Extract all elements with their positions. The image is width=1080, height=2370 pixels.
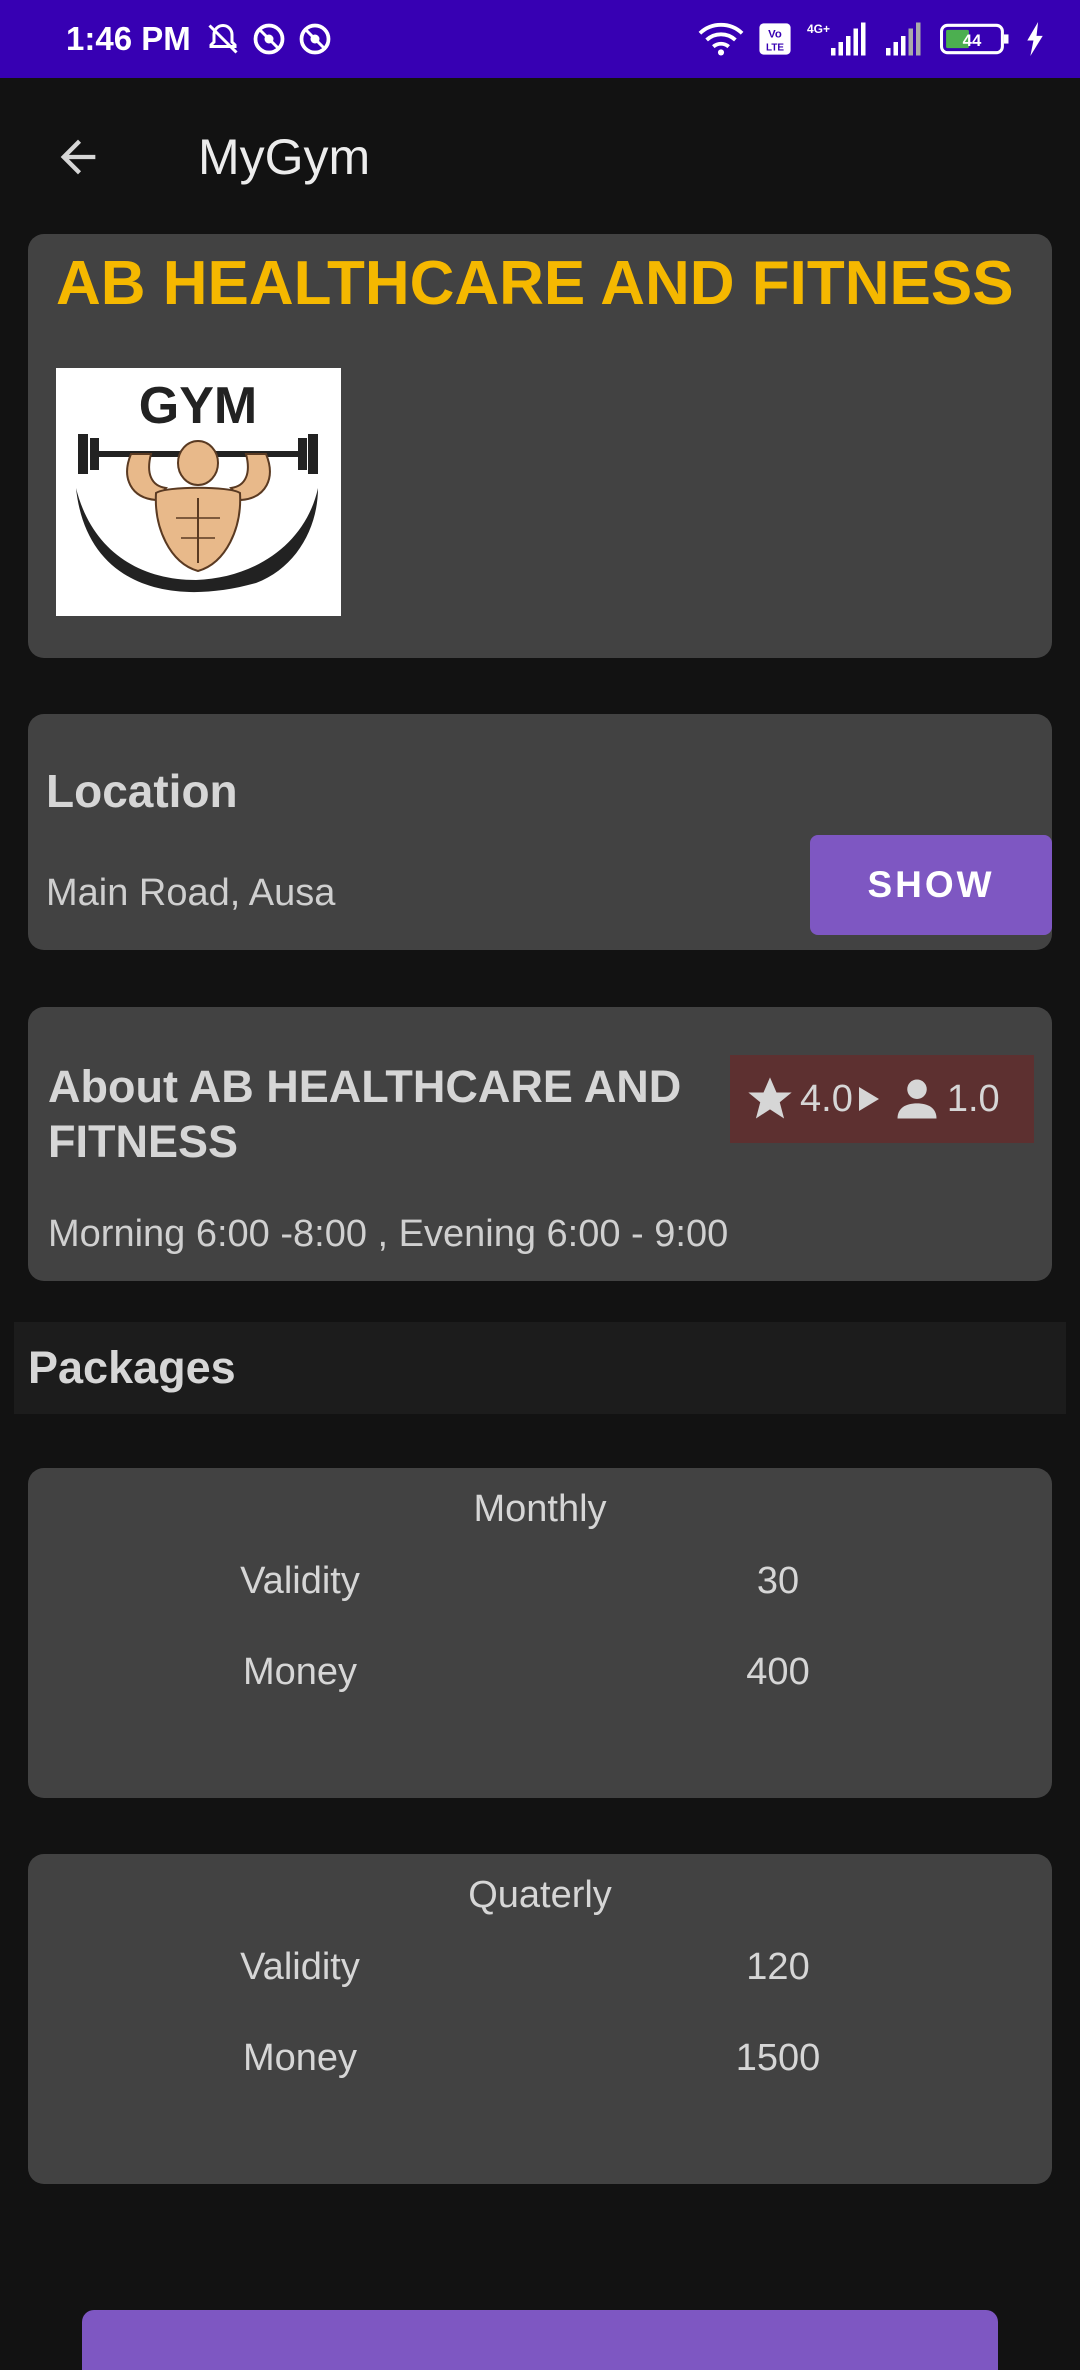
play-arrow-icon [858, 1087, 879, 1111]
rating-badge: 4.0 1.0 [730, 1055, 1034, 1143]
app-title: MyGym [198, 129, 371, 185]
wifi-icon [698, 23, 744, 56]
money-label: Money [242, 1651, 358, 1693]
hotspot-icon [253, 23, 285, 55]
rating-value: 4.0 [800, 1077, 853, 1120]
gym-logo-image: GYM [76, 377, 318, 593]
status-icons-left [205, 21, 333, 57]
charging-bolt-icon [1027, 22, 1043, 56]
gym-logo: GYM [56, 368, 341, 616]
validity-label: Validity [240, 1560, 360, 1602]
about-title: About AB HEALTHCARE AND FITNESS [48, 1061, 682, 1167]
status-time: 1:46 PM [66, 20, 191, 57]
about-card: About AB HEALTHCARE AND FITNESS 4.0 1.0 … [28, 1007, 1052, 1281]
packages-header: Packages [14, 1322, 1066, 1414]
bottom-action-button[interactable] [82, 2310, 998, 2370]
about-hours: Morning 6:00 -8:00 , Evening 6:00 - 9:00 [48, 1213, 729, 1255]
svg-text:4G+: 4G+ [807, 22, 830, 36]
package-card[interactable]: Quaterly Validity 120 Money 1500 [28, 1854, 1052, 2184]
validity-value: 30 [756, 1560, 800, 1602]
money-value: 400 [746, 1651, 810, 1693]
back-arrow-icon[interactable] [52, 131, 104, 183]
package-name: Quaterly [468, 1874, 612, 1916]
package-name: Monthly [473, 1488, 607, 1530]
svg-text:LTE: LTE [766, 42, 784, 53]
location-title: Location [46, 765, 238, 817]
rating-count: 1.0 [946, 1077, 1000, 1120]
gym-header-card: AB HEALTHCARE AND FITNESS GYM [28, 234, 1052, 658]
location-address: Main Road, Ausa [46, 872, 336, 914]
svg-text:44: 44 [963, 31, 982, 50]
show-location-button[interactable]: SHOW [810, 835, 1052, 935]
package-card[interactable]: Monthly Validity 30 Money 400 [28, 1468, 1052, 1798]
status-bar: 1:46 PM Vo LTE 4G+ 44 [0, 0, 1080, 78]
svg-text:Vo: Vo [768, 29, 782, 41]
bell-muted-icon [208, 23, 238, 54]
star-icon [748, 1077, 792, 1119]
hotspot-icon-2 [299, 23, 331, 55]
gym-logo-text: GYM [139, 377, 257, 435]
app-bar: MyGym [0, 78, 1080, 236]
volte-icon: VoLTE [759, 23, 791, 55]
validity-value: 120 [746, 1946, 810, 1988]
status-bar-left: 1:46 PM [66, 20, 333, 58]
money-label: Money [242, 2037, 358, 2079]
signal-icon [886, 22, 921, 56]
status-bar-right: Vo LTE 4G+ 44 [698, 21, 1046, 57]
person-icon [897, 1079, 937, 1119]
location-card: Location Main Road, Ausa SHOW [28, 714, 1052, 950]
signal-4g-icon: 4G+ [807, 22, 866, 56]
validity-label: Validity [240, 1946, 360, 1988]
battery-icon: 44 [940, 23, 1009, 55]
gym-name: AB HEALTHCARE AND FITNESS [56, 249, 1014, 318]
money-value: 1500 [735, 2037, 821, 2079]
